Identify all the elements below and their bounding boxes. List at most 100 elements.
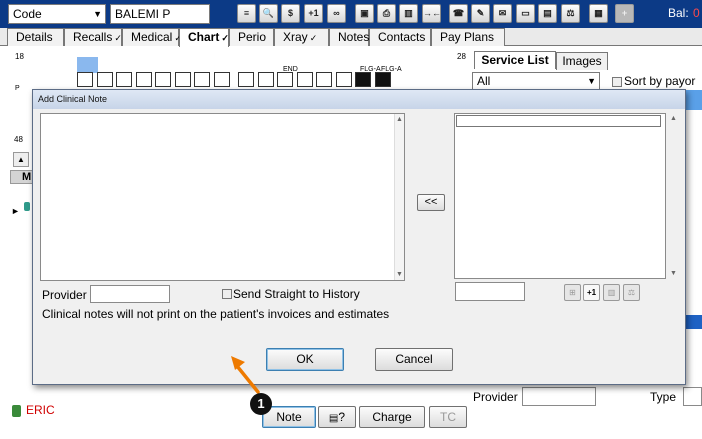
tooth-cell[interactable]	[194, 72, 210, 87]
tooth-cell[interactable]	[297, 72, 313, 87]
template-code-field[interactable]	[455, 282, 525, 301]
tab-notes[interactable]: Notes	[329, 28, 369, 46]
mode-select[interactable]: Code ▼	[8, 4, 106, 24]
cancel-button[interactable]: Cancel	[375, 348, 453, 371]
mail-icon: ✉	[498, 8, 507, 18]
charge-button[interactable]: Charge	[359, 406, 425, 428]
sort-up-button[interactable]: ▲	[13, 152, 29, 167]
merge-button[interactable]: ⊞	[564, 284, 581, 301]
tooth-cell[interactable]	[277, 72, 293, 87]
arrows-icon: →←	[423, 8, 441, 18]
tab-perio[interactable]: Perio	[229, 28, 274, 46]
add-button[interactable]: +	[615, 4, 634, 23]
link-icon: ∞	[333, 8, 340, 18]
tooth-cell[interactable]	[136, 72, 152, 87]
phone-icon: ☎	[452, 8, 465, 18]
tooth-cell[interactable]	[97, 72, 113, 87]
tab-label: Medical	[131, 30, 173, 44]
query-button-label: ?	[338, 410, 346, 424]
calendar-icon: ▦	[594, 8, 603, 18]
tab-pay-plans[interactable]: Pay Plans	[431, 28, 505, 46]
list-icon: ≡	[243, 8, 250, 18]
right-provider-label: Provider	[473, 390, 518, 404]
tooth-cell[interactable]	[214, 72, 230, 87]
scale-button[interactable]: ⚖	[561, 4, 580, 23]
right-type-field[interactable]	[683, 387, 702, 406]
send-history-label: Send Straight to History	[233, 287, 360, 301]
chevron-down-icon: ▼	[93, 9, 102, 19]
tooth-cell[interactable]	[336, 72, 352, 87]
trash-button[interactable]: ▥	[603, 284, 620, 301]
transfer-button[interactable]: <<	[417, 194, 445, 211]
note-scrollbar[interactable]: ▲ ▼	[394, 114, 404, 280]
service-filter-select[interactable]: All ▼	[472, 72, 600, 90]
dollar-button[interactable]: $	[281, 4, 300, 23]
tooth-cell[interactable]	[175, 72, 191, 87]
tab-recalls[interactable]: Recalls ✓	[64, 28, 122, 46]
row-pointer-icon: ►	[11, 206, 20, 216]
template-search-field[interactable]	[456, 115, 661, 127]
card-button[interactable]: ▭	[516, 4, 535, 23]
tooth-cell[interactable]	[355, 72, 371, 87]
trash-button[interactable]: ▥	[399, 4, 418, 23]
ok-button[interactable]: OK	[266, 348, 344, 371]
tooth-cell[interactable]	[316, 72, 332, 87]
query-button[interactable]: ▤?	[318, 406, 356, 428]
edit-button[interactable]: ✎	[471, 4, 490, 23]
tc-button[interactable]: TC	[429, 406, 467, 428]
tooth-cell[interactable]	[375, 72, 391, 87]
mail-button[interactable]: ✉	[493, 4, 512, 23]
dollar-icon: $	[287, 8, 293, 18]
note-button[interactable]: ▤	[538, 4, 557, 23]
list-header-highlight	[686, 90, 702, 110]
arrows-button[interactable]: →←	[422, 4, 441, 23]
note-textarea[interactable]: ▲ ▼	[40, 113, 405, 281]
tab-images[interactable]: Images	[556, 52, 608, 70]
tab-details[interactable]: Details	[7, 28, 64, 46]
tooth-number-18: 18	[15, 52, 24, 61]
tab-service-list[interactable]: Service List	[474, 51, 556, 69]
tab-label: Contacts	[378, 30, 426, 44]
tab-contacts[interactable]: Contacts	[369, 28, 431, 46]
save-button[interactable]: ▣	[355, 4, 374, 23]
list-button[interactable]: ≡	[237, 4, 256, 23]
plus-one-button[interactable]: +1	[583, 284, 600, 301]
trash-icon: ▥	[607, 288, 616, 297]
tooth-cell[interactable]	[77, 72, 93, 87]
send-history-checkbox[interactable]	[222, 289, 232, 299]
tooth-number-48: 48	[14, 135, 23, 144]
tab-check-icon: ✓	[309, 33, 318, 43]
calendar-button[interactable]: ▦	[589, 4, 608, 23]
balance-label: Bal:	[668, 6, 689, 20]
tab-medical[interactable]: Medical✓	[122, 28, 182, 46]
tooth-cell[interactable]	[116, 72, 132, 87]
tab-label: Recalls	[73, 30, 113, 44]
scale-icon: ⚖	[566, 8, 575, 18]
provider-label: Provider	[42, 288, 87, 302]
right-provider-field[interactable]	[522, 387, 596, 406]
note-template-list[interactable]	[454, 113, 666, 279]
step-badge: 1	[250, 393, 272, 415]
scale-button[interactable]: ⚖	[623, 284, 640, 301]
tab-xray[interactable]: Xray ✓	[274, 28, 329, 46]
right-type-label: Type	[650, 390, 677, 404]
plus-one-button[interactable]: +1	[304, 4, 323, 23]
print-button[interactable]: ⎙	[377, 4, 396, 23]
phone-button[interactable]: ☎	[449, 4, 468, 23]
tab-label: Details	[16, 30, 53, 44]
print-icon: ⎙	[382, 8, 391, 18]
tooth-cell[interactable]	[258, 72, 274, 87]
tooth-cell[interactable]	[155, 72, 171, 87]
selected-list-row	[686, 315, 702, 329]
provider-field[interactable]	[90, 285, 170, 303]
search-button[interactable]: 🔍	[259, 4, 278, 23]
sort-by-payor-checkbox[interactable]	[612, 77, 622, 87]
tab-label: Xray	[283, 30, 308, 44]
annotation-arrow-icon	[231, 356, 260, 394]
tab-chart[interactable]: Chart ✓	[179, 28, 229, 47]
link-button[interactable]: ∞	[327, 4, 346, 23]
card-icon: ▭	[521, 8, 530, 18]
tooth-cell[interactable]	[238, 72, 254, 87]
patient-name-field[interactable]: BALEMI P	[110, 4, 210, 24]
template-scrollbar[interactable]: ▲ ▼	[669, 113, 679, 279]
